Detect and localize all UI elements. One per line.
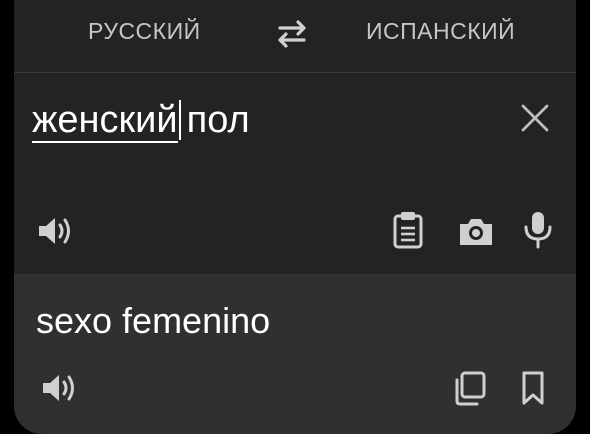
source-text-input[interactable]: женский пол bbox=[32, 98, 250, 143]
swap-arrows-icon bbox=[278, 20, 306, 48]
bookmark-icon bbox=[522, 371, 544, 405]
translation-text: sexo femenino bbox=[36, 300, 271, 341]
input-word-underlined: женский bbox=[32, 99, 178, 143]
speaker-icon bbox=[39, 218, 70, 244]
text-caret bbox=[178, 100, 181, 140]
target-language-button[interactable]: ИСПАНСКИЙ bbox=[366, 18, 515, 44]
output-panel: sexo femenino bbox=[14, 274, 576, 434]
microphone-icon bbox=[524, 212, 552, 249]
speak-translation-button[interactable] bbox=[40, 368, 80, 408]
close-icon bbox=[521, 104, 549, 132]
swap-languages-button[interactable] bbox=[272, 18, 312, 50]
paste-button[interactable] bbox=[388, 210, 428, 250]
clipboard-icon bbox=[393, 212, 423, 249]
speak-source-button[interactable] bbox=[36, 211, 76, 251]
speaker-icon bbox=[43, 375, 74, 401]
camera-button[interactable] bbox=[456, 212, 496, 252]
input-panel: женский пол bbox=[14, 73, 576, 274]
clear-input-button[interactable] bbox=[520, 103, 550, 133]
input-word-rest: пол bbox=[186, 99, 250, 141]
camera-icon bbox=[460, 219, 492, 245]
language-bar: РУССКИЙ ИСПАНСКИЙ bbox=[14, 0, 576, 73]
copy-icon bbox=[455, 371, 486, 406]
bookmark-translation-button[interactable] bbox=[513, 368, 553, 408]
copy-translation-button[interactable] bbox=[450, 368, 490, 408]
microphone-button[interactable] bbox=[518, 209, 558, 249]
translator-screen: РУССКИЙ ИСПАНСКИЙ женский пол sexo femen… bbox=[14, 0, 576, 434]
source-language-button[interactable]: РУССКИЙ bbox=[88, 18, 201, 44]
